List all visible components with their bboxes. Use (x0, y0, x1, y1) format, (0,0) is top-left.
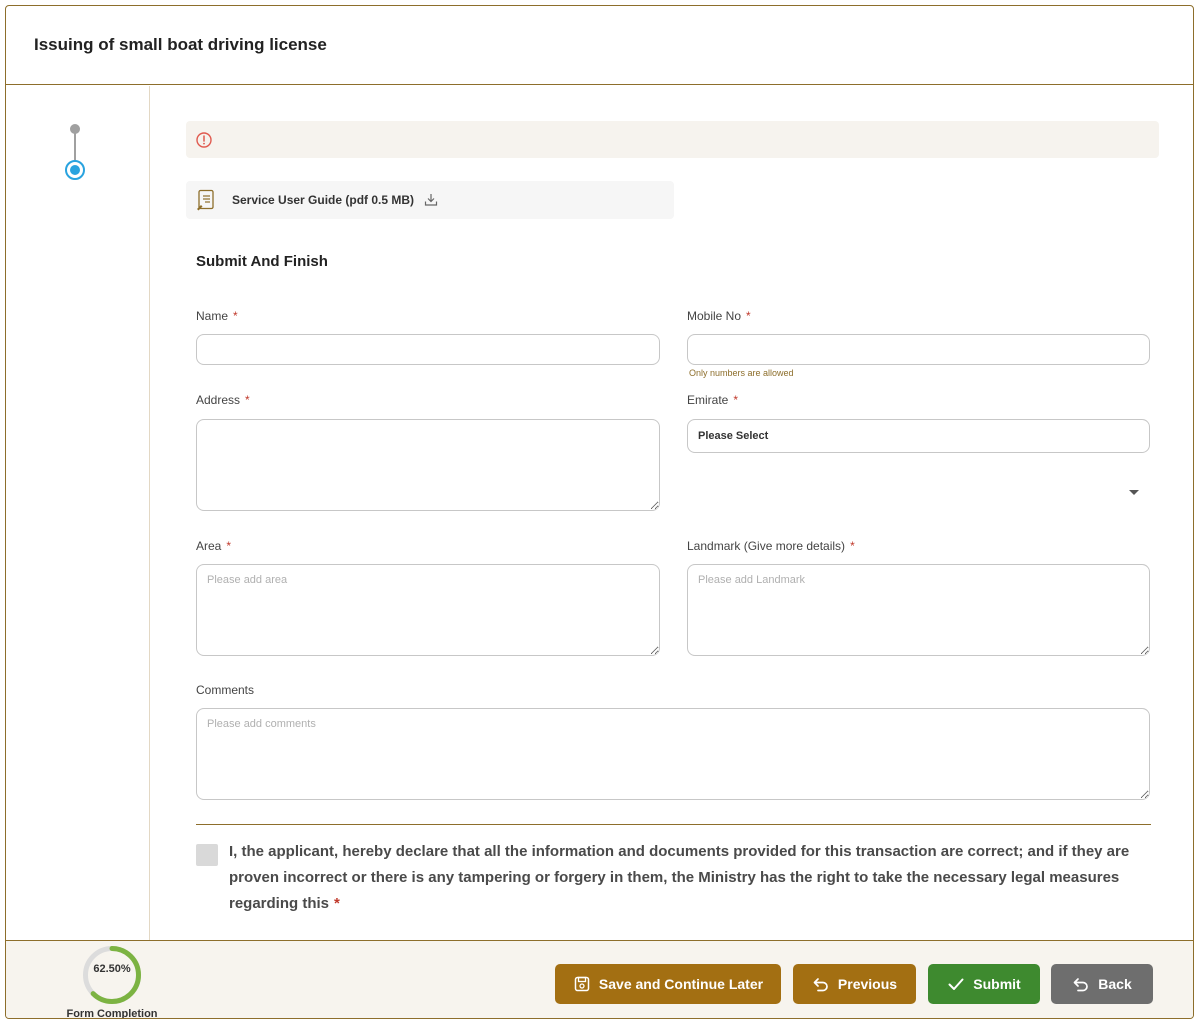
download-icon[interactable] (424, 193, 438, 207)
alert-icon (196, 132, 212, 148)
declaration-text: I, the applicant, hereby declare that al… (229, 839, 1149, 917)
comments-label: Comments (196, 683, 255, 697)
document-icon (197, 189, 214, 211)
required-mark: * (334, 895, 340, 912)
form-content: Service User Guide (pdf 0.5 MB) Submit A… (151, 86, 1193, 940)
emirate-select[interactable]: Please Select (687, 419, 1150, 453)
emirate-label-text: Emirate (687, 393, 729, 407)
address-textarea[interactable] (196, 419, 660, 511)
mobile-input[interactable] (687, 334, 1150, 365)
form-footer: 62.50% Form Completion Save and Continue… (6, 940, 1193, 1018)
divider (196, 824, 1151, 825)
undo-arrow-icon (813, 978, 828, 992)
save-button-label: Save and Continue Later (598, 976, 764, 992)
area-label-text: Area (196, 539, 222, 553)
declaration-checkbox[interactable] (196, 844, 218, 866)
area-label: Area * (196, 539, 231, 553)
name-label-text: Name (196, 309, 229, 323)
area-textarea[interactable] (196, 564, 660, 656)
step-sidebar (6, 86, 150, 940)
name-label: Name * (196, 309, 238, 323)
submit-button[interactable]: Submit (928, 964, 1040, 1004)
back-button-label: Back (1098, 976, 1132, 992)
emirate-label: Emirate * (687, 393, 738, 407)
landmark-label-text: Landmark (Give more details) (687, 539, 846, 553)
back-button[interactable]: Back (1051, 964, 1153, 1004)
progress-caption: Form Completion (66, 1008, 158, 1019)
step-connector (74, 133, 76, 161)
required-mark: * (233, 309, 238, 323)
required-mark: * (733, 393, 739, 407)
declaration-text-body: I, the applicant, hereby declare that al… (229, 843, 1130, 912)
mobile-label: Mobile No * (687, 309, 751, 323)
back-arrow-icon (1073, 978, 1089, 992)
previous-button[interactable]: Previous (793, 964, 916, 1004)
required-mark: * (850, 539, 855, 553)
section-title: Submit And Finish (196, 253, 328, 270)
info-alert (186, 121, 1159, 158)
service-user-guide[interactable]: Service User Guide (pdf 0.5 MB) (186, 181, 674, 219)
page-header: Issuing of small boat driving license (6, 6, 1193, 85)
landmark-textarea[interactable] (687, 564, 1150, 656)
required-mark: * (746, 309, 751, 323)
landmark-label: Landmark (Give more details) * (687, 539, 855, 553)
save-icon (574, 976, 590, 992)
step-current-dot[interactable] (65, 160, 85, 180)
mobile-label-text: Mobile No (687, 309, 742, 323)
required-mark: * (245, 393, 250, 407)
save-and-continue-later-button[interactable]: Save and Continue Later (555, 964, 781, 1004)
name-input[interactable] (196, 334, 660, 365)
form-window: Issuing of small boat driving license Se… (5, 5, 1194, 1019)
service-user-guide-label: Service User Guide (pdf 0.5 MB) (232, 193, 415, 207)
previous-button-label: Previous (837, 976, 898, 992)
check-icon (948, 978, 964, 990)
address-label-text: Address (196, 393, 241, 407)
page-title: Issuing of small boat driving license (34, 35, 327, 54)
required-mark: * (226, 539, 232, 553)
progress-ring (83, 946, 141, 1004)
address-label: Address * (196, 393, 250, 407)
comments-textarea[interactable] (196, 708, 1150, 800)
progress-percent: 62.50% (93, 963, 131, 975)
submit-button-label: Submit (973, 976, 1021, 992)
mobile-hint: Only numbers are allowed (689, 368, 794, 378)
chevron-down-icon[interactable] (1129, 490, 1139, 495)
